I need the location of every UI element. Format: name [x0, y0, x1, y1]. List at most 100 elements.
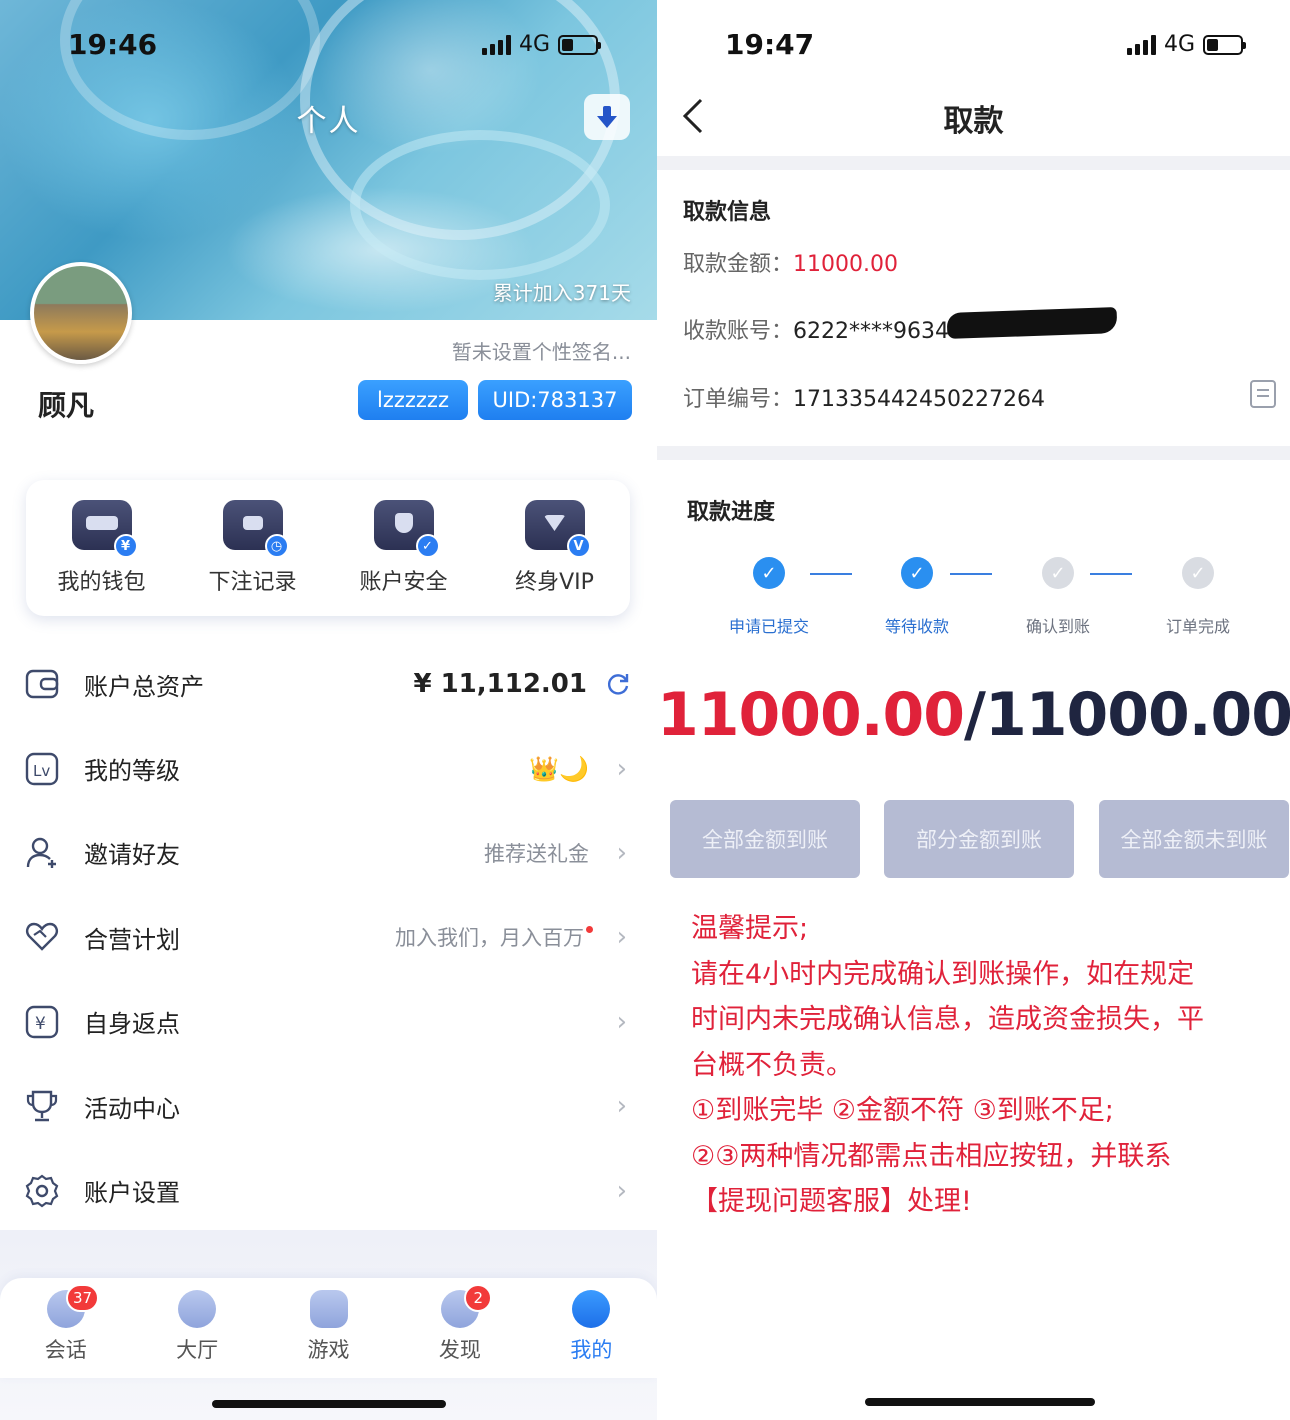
- not-arrived-button[interactable]: 全部金额未到账: [1099, 800, 1289, 878]
- step-submitted: ✓ 申请已提交: [699, 557, 839, 637]
- quick-label: 账户安全: [359, 570, 448, 595]
- partner-hint: 加入我们，月入百万: [395, 922, 593, 952]
- check-icon: ✓: [1182, 557, 1214, 589]
- status-time: 19:47: [725, 28, 815, 61]
- menu-label: 我的等级: [84, 757, 180, 786]
- wallet-icon: ¥: [71, 500, 138, 558]
- home-indicator: [865, 1398, 1095, 1406]
- menu-account-settings[interactable]: 账户设置 ›: [0, 1148, 657, 1232]
- signal-icon: [1127, 34, 1156, 55]
- copy-icon[interactable]: [1250, 380, 1276, 408]
- status-indicators: 4G: [482, 32, 602, 57]
- menu-activity-center[interactable]: 活动中心 ›: [0, 1064, 657, 1148]
- step-awaiting: ✓ 等待收款: [847, 557, 987, 637]
- divider: [657, 156, 1290, 170]
- redaction-mark: [946, 307, 1118, 339]
- quick-label: 终身VIP: [515, 570, 594, 595]
- quick-actions-card: ¥ 我的钱包 ◷ 下注记录 ✓ 账户安全 V 终身VIP: [26, 480, 630, 616]
- chevron-right-icon: ›: [616, 922, 627, 953]
- order-number: 171335442450227264: [793, 387, 1045, 412]
- level-badges-icon: 👑🌙: [529, 754, 589, 783]
- gamepad-icon: [309, 1290, 348, 1328]
- uid-tag[interactable]: UID:783137: [478, 380, 632, 420]
- full-arrival-button[interactable]: 全部金额到账: [670, 800, 860, 878]
- partial-arrival-button[interactable]: 部分金额到账: [884, 800, 1074, 878]
- username: 顾凡: [38, 389, 95, 422]
- received-amount-progress: 11000.00/11000.00: [657, 680, 1290, 750]
- withdraw-amount-row: 取款金额：11000.00: [683, 252, 898, 277]
- menu-partner-plan[interactable]: 合营计划 加入我们，月入百万 ›: [0, 895, 657, 979]
- order-number-row: 订单编号：171335442450227264: [683, 387, 1045, 412]
- unread-badge: 2: [464, 1284, 493, 1312]
- bottom-tabbar: 37 会话 大厅 游戏 2 发现 我的: [0, 1278, 657, 1378]
- chevron-right-icon: ›: [616, 837, 627, 868]
- tab-lobby[interactable]: 大厅: [131, 1278, 262, 1378]
- divider: [657, 446, 1290, 460]
- network-label: 4G: [519, 32, 551, 57]
- tab-discover[interactable]: 2 发现: [394, 1278, 525, 1378]
- menu-my-level[interactable]: Lv 我的等级 👑🌙 ›: [0, 726, 657, 810]
- signature-text[interactable]: 暂未设置个性签名...: [452, 336, 631, 365]
- check-icon: ✓: [753, 557, 785, 589]
- menu-invite-friends[interactable]: 邀请好友 推荐送礼金 ›: [0, 811, 657, 895]
- download-arrow-icon: [597, 106, 617, 128]
- chevron-right-icon: ›: [616, 1006, 627, 1037]
- home-indicator: [212, 1400, 446, 1408]
- level-icon: Lv: [24, 751, 60, 787]
- menu-rebate[interactable]: ¥ 自身返点 ›: [0, 980, 657, 1064]
- quick-label: 我的钱包: [57, 570, 146, 595]
- svg-text:Lv: Lv: [33, 762, 50, 780]
- quick-label: 下注记录: [208, 570, 297, 595]
- step-label: 订单完成: [1165, 617, 1230, 636]
- quick-bet-record[interactable]: ◷ 下注记录: [177, 480, 328, 616]
- menu-label: 账户总资产: [84, 672, 204, 701]
- step-label: 申请已提交: [728, 617, 809, 636]
- page-title: 取款: [943, 104, 1004, 139]
- withdraw-info-title: 取款信息: [683, 200, 772, 225]
- notice-line: 台概不负责。: [691, 1049, 853, 1081]
- step-label: 等待收款: [884, 617, 949, 636]
- chevron-right-icon: ›: [616, 1175, 627, 1206]
- tab-games[interactable]: 游戏: [263, 1278, 394, 1378]
- gear-icon: [24, 1173, 60, 1209]
- quick-wallet[interactable]: ¥ 我的钱包: [26, 480, 177, 616]
- account-number-row: 收款账号：6222****9634: [683, 319, 949, 344]
- user-add-icon: [24, 835, 60, 871]
- unread-badge: 37: [66, 1284, 100, 1312]
- tab-chat[interactable]: 37 会话: [0, 1278, 131, 1378]
- tab-label: 发现: [438, 1338, 481, 1362]
- battery-icon: [1203, 34, 1247, 55]
- page-title: 个人: [296, 104, 361, 139]
- signal-icon: [482, 34, 511, 55]
- chevron-right-icon: ›: [616, 753, 627, 784]
- withdraw-screen: 19:47 4G 取款 取款信息 取款金额：11000.00 收款账号：6222…: [657, 0, 1290, 1420]
- total-assets-value: ¥ 11,112.01: [413, 669, 587, 700]
- yuan-icon: ¥: [24, 1004, 60, 1040]
- withdraw-amount: 11000.00: [793, 252, 898, 277]
- total-amount: 11000.00: [984, 680, 1290, 750]
- tab-label: 游戏: [307, 1338, 350, 1362]
- menu-label: 自身返点: [84, 1010, 180, 1039]
- download-button[interactable]: [584, 94, 630, 140]
- account-number: 6222****9634: [793, 319, 949, 344]
- menu-total-assets[interactable]: 账户总资产 ¥ 11,112.01: [0, 642, 657, 726]
- profile-menu: 账户总资产 ¥ 11,112.01 Lv 我的等级 👑🌙 › 邀请好友 推荐送礼…: [0, 642, 657, 1233]
- quick-vip[interactable]: V 终身VIP: [479, 480, 630, 616]
- tab-me[interactable]: 我的: [526, 1278, 657, 1378]
- withdraw-progress-title: 取款进度: [687, 500, 776, 525]
- network-label: 4G: [1164, 32, 1196, 57]
- menu-label: 邀请好友: [84, 841, 180, 870]
- handshake-heart-icon: [24, 919, 60, 955]
- avatar[interactable]: [30, 262, 132, 364]
- tab-label: 大厅: [176, 1338, 219, 1362]
- chevron-right-icon: ›: [616, 1091, 627, 1122]
- notice-line: 时间内未完成确认信息，造成资金损失，平: [691, 1004, 1204, 1035]
- invite-hint: 推荐送礼金: [484, 841, 589, 866]
- vip-diamond-icon: V: [524, 500, 591, 558]
- home-icon: [178, 1290, 217, 1328]
- wallet-outline-icon: [24, 666, 60, 702]
- notice-line: 请在4小时内完成确认到账操作，如在规定: [691, 958, 1195, 990]
- refresh-icon[interactable]: [605, 671, 631, 697]
- unread-dot: [586, 926, 593, 934]
- quick-security[interactable]: ✓ 账户安全: [328, 480, 479, 616]
